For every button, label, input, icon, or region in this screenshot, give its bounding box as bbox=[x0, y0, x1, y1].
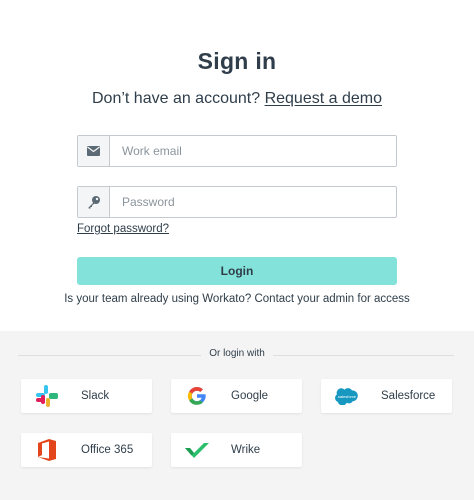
salesforce-login-button[interactable]: salesforce Salesforce bbox=[321, 379, 452, 413]
wrike-icon bbox=[171, 433, 223, 467]
or-login-with-label: Or login with bbox=[0, 348, 474, 359]
google-label: Google bbox=[231, 390, 269, 402]
google-icon bbox=[171, 379, 223, 413]
email-input[interactable] bbox=[110, 136, 396, 166]
sso-panel: Or login with Slack Google salesforce Sa… bbox=[0, 331, 474, 500]
email-field bbox=[77, 135, 397, 167]
salesforce-label: Salesforce bbox=[381, 390, 436, 402]
page-title: Sign in bbox=[197, 48, 277, 74]
office365-icon bbox=[21, 433, 73, 467]
wrike-login-button[interactable]: Wrike bbox=[171, 433, 302, 467]
login-button[interactable]: Login bbox=[77, 257, 397, 285]
slack-login-button[interactable]: Slack bbox=[21, 379, 152, 413]
office365-label: Office 365 bbox=[81, 444, 134, 456]
slack-label: Slack bbox=[81, 390, 110, 402]
signup-prompt-text: Don’t have an account? bbox=[92, 90, 261, 107]
office365-login-button[interactable]: Office 365 bbox=[21, 433, 152, 467]
salesforce-logo-text: salesforce bbox=[338, 394, 357, 399]
forgot-password-link[interactable]: Forgot password? bbox=[77, 223, 169, 235]
salesforce-icon: salesforce bbox=[321, 379, 373, 413]
admin-access-note: Is your team already using Workato? Cont… bbox=[64, 293, 410, 305]
slack-icon bbox=[21, 379, 73, 413]
wrike-label: Wrike bbox=[231, 444, 261, 456]
google-login-button[interactable]: Google bbox=[171, 379, 302, 413]
password-field bbox=[77, 186, 397, 218]
key-icon bbox=[78, 187, 110, 217]
request-demo-link[interactable]: Request a demo bbox=[265, 90, 382, 107]
password-input[interactable] bbox=[110, 187, 396, 217]
envelope-icon bbox=[78, 136, 110, 166]
signup-prompt: Don’t have an account? Request a demo bbox=[0, 90, 474, 108]
